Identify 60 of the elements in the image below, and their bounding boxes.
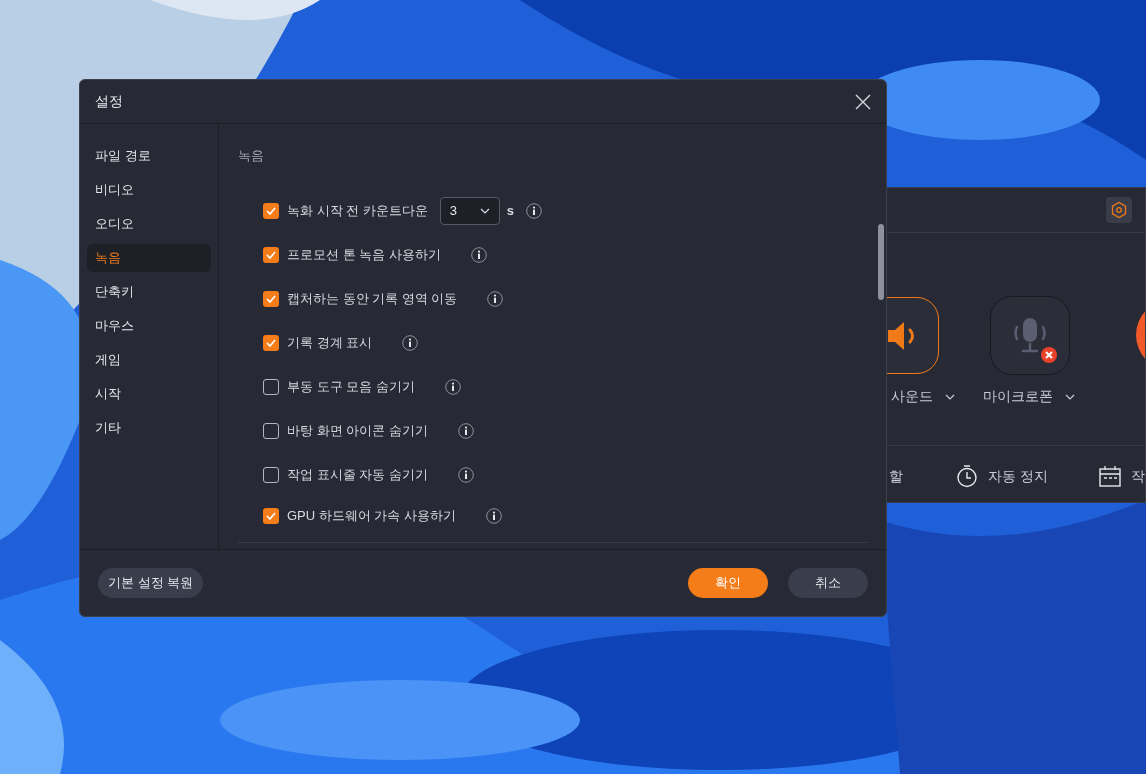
checkbox[interactable] (263, 202, 279, 219)
option-label: GPU 하드웨어 가속 사용하기 (287, 506, 456, 525)
check-icon (266, 206, 276, 215)
dialog-title: 설정 (95, 92, 123, 111)
info-icon[interactable] (470, 246, 487, 263)
caret-icon (479, 207, 490, 214)
check-icon (266, 294, 276, 303)
info-icon[interactable] (487, 290, 504, 307)
auto-stop-label[interactable]: 자동 정지 (988, 465, 1048, 487)
checkbox[interactable] (263, 246, 279, 263)
option-label: 바탕 화면 아이콘 숨기기 (287, 421, 428, 440)
sidebar-item[interactable]: 기타 (87, 414, 211, 442)
info-icon[interactable] (486, 507, 502, 524)
settings-button[interactable] (1106, 197, 1132, 223)
unit-label: s (506, 201, 515, 220)
option-label: 프로모션 톤 녹음 사용하기 (287, 245, 441, 264)
option-label: 부동 도구 모음 숨기기 (287, 377, 415, 396)
sidebar-item[interactable]: 시작 (87, 380, 211, 408)
info-icon[interactable] (444, 378, 461, 395)
settings-icon (1110, 201, 1128, 219)
sidebar-item[interactable]: 게임 (87, 346, 211, 374)
sidebar-item[interactable]: 파일 경로 (87, 142, 211, 170)
check-icon (266, 250, 276, 259)
caret-icon (1065, 393, 1075, 400)
checkbox[interactable] (263, 378, 279, 395)
info-icon[interactable] (457, 466, 474, 483)
sidebar-item[interactable]: 마우스 (87, 312, 211, 340)
option-label: 작업 표시줄 자동 숨기기 (287, 465, 428, 484)
checkbox[interactable] (263, 466, 279, 483)
caret-icon (945, 393, 955, 400)
sidebar-item[interactable]: 단축키 (87, 278, 211, 306)
sidebar-item[interactable]: 오디오 (87, 210, 211, 238)
countdown-select[interactable]: 3 (439, 196, 500, 225)
check-icon (266, 338, 276, 347)
option-label: 캡처하는 동안 기록 영역 이동 (287, 289, 458, 308)
checkbox[interactable] (263, 334, 279, 351)
info-icon[interactable] (457, 422, 474, 439)
close-icon[interactable] (855, 93, 871, 110)
split-label[interactable]: 할 (889, 465, 903, 487)
option-label: 녹화 시작 전 카운트다운 (287, 201, 428, 220)
info-icon[interactable] (526, 202, 543, 219)
microphone-button[interactable] (990, 296, 1070, 375)
check-icon (266, 511, 276, 520)
checkbox[interactable] (263, 422, 279, 439)
info-icon[interactable] (402, 334, 419, 351)
sidebar-item[interactable]: 녹음 (87, 244, 211, 272)
schedule-label[interactable]: 작 (1130, 465, 1145, 487)
checkbox[interactable] (263, 507, 279, 524)
timer-icon (956, 464, 978, 488)
section-title: 녹음 (238, 147, 265, 165)
calendar-icon (1098, 465, 1121, 487)
reset-defaults-button[interactable]: 기본 설정 복원 (98, 568, 204, 598)
scrollbar-thumb[interactable] (878, 224, 884, 300)
cancel-button[interactable]: 취소 (788, 568, 868, 598)
checkbox[interactable] (263, 290, 279, 307)
option-label: 기록 경계 표시 (287, 333, 373, 352)
select-value: 3 (449, 201, 458, 220)
microphone-label: 마이크로폰 (983, 387, 1053, 406)
sound-label: 사운드 (891, 387, 933, 406)
sidebar-item[interactable]: 비디오 (87, 176, 211, 204)
